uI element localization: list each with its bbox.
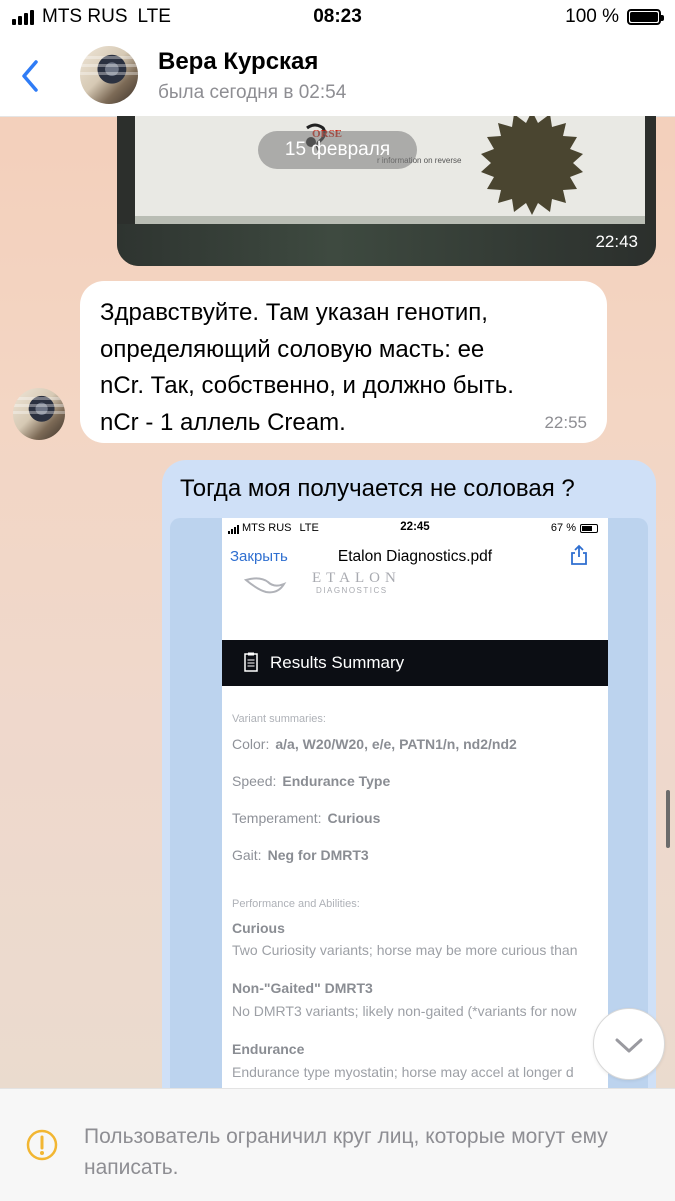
contact-name[interactable]: Вера Курская bbox=[158, 48, 318, 76]
scroll-down-button[interactable] bbox=[593, 1008, 665, 1080]
chat-header: Вера Курская была сегодня в 02:54 bbox=[0, 34, 675, 117]
logo-name: ETALON bbox=[312, 570, 401, 586]
variant-label: Temperament: bbox=[232, 810, 322, 826]
variant-label: Speed: bbox=[232, 773, 277, 789]
report-icon bbox=[244, 652, 258, 672]
attached-screenshot[interactable]: MTS RUS LTE 22:45 67 % Закрыть Etalon Di… bbox=[170, 518, 648, 1120]
share-icon bbox=[571, 544, 587, 565]
performance-heading: Performance and Abilities: bbox=[232, 898, 360, 910]
warning-icon bbox=[26, 1129, 58, 1161]
variant-value: a/a, W20/W20, e/e, PATN1/n, nd2/nd2 bbox=[275, 736, 517, 752]
photo-background bbox=[117, 224, 656, 266]
restriction-text: Пользователь ограничил круг лиц, которые… bbox=[84, 1125, 608, 1179]
variant-label: Color: bbox=[232, 736, 270, 752]
screenshot-status-bar: MTS RUS LTE 22:45 67 % bbox=[222, 518, 608, 538]
screenshot-battery: 67 % bbox=[551, 522, 598, 534]
chevron-down-icon bbox=[615, 1038, 643, 1053]
scrollbar[interactable] bbox=[666, 790, 670, 848]
gold-seal-graphic bbox=[481, 116, 583, 215]
results-summary-bar: Results Summary bbox=[222, 640, 608, 686]
restriction-notice: Пользователь ограничил круг лиц, которые… bbox=[0, 1088, 675, 1201]
ability-desc: No DMRT3 variants; likely non-gaited (*v… bbox=[232, 1003, 577, 1019]
status-bar: MTS RUS LTE 08:23 100 % bbox=[0, 0, 675, 34]
etalon-logo: ETALON DIAGNOSTICS bbox=[232, 570, 432, 600]
message-text: Тогда моя получается не соловая ? bbox=[180, 475, 575, 502]
incoming-message[interactable]: Здравствуйте. Там указан генотип, опреде… bbox=[80, 281, 607, 443]
battery-percent: 100 % bbox=[565, 6, 619, 27]
battery-icon bbox=[627, 9, 664, 25]
date-separator: 15 февраля bbox=[258, 131, 417, 169]
ability-title: Curious bbox=[232, 920, 285, 936]
outgoing-message[interactable]: Тогда моя получается не соловая ? MTS RU… bbox=[162, 460, 656, 1120]
battery-info: 100 % bbox=[565, 6, 664, 28]
pdf-viewer-screenshot: MTS RUS LTE 22:45 67 % Закрыть Etalon Di… bbox=[222, 518, 608, 1120]
ability-desc: Two Curiosity variants; horse may be mor… bbox=[232, 942, 578, 958]
photo-strip bbox=[135, 216, 645, 224]
message-time: 22:43 bbox=[595, 232, 638, 251]
horse-logo-icon bbox=[243, 577, 287, 594]
variant-row: Color: a/a, W20/W20, e/e, PATN1/n, nd2/nd… bbox=[232, 736, 517, 752]
section-title: Results Summary bbox=[270, 653, 405, 672]
message-time: 22:55 bbox=[544, 413, 587, 432]
last-seen-status: была сегодня в 02:54 bbox=[158, 82, 347, 103]
ability-desc: Endurance type myostatin; horse may acce… bbox=[232, 1064, 574, 1080]
avatar[interactable] bbox=[80, 46, 138, 104]
variant-value: Neg for DMRT3 bbox=[267, 847, 369, 863]
variant-row: Gait: Neg for DMRT3 bbox=[232, 847, 369, 863]
ability-title: Endurance bbox=[232, 1041, 305, 1057]
chevron-left-icon[interactable] bbox=[16, 56, 46, 96]
avatar[interactable] bbox=[13, 388, 65, 440]
variant-row: Temperament: Curious bbox=[232, 810, 380, 826]
screenshot-battery-percent: 67 % bbox=[550, 522, 576, 534]
variant-heading: Variant summaries: bbox=[232, 713, 326, 725]
variant-row: Speed: Endurance Type bbox=[232, 773, 390, 789]
ability-title: Non-"Gaited" DMRT3 bbox=[232, 980, 373, 996]
battery-icon bbox=[580, 523, 598, 533]
message-text: Здравствуйте. Там указан генотип, опреде… bbox=[100, 299, 514, 436]
variant-value: Curious bbox=[327, 810, 381, 826]
variant-label: Gait: bbox=[232, 847, 262, 863]
variant-value: Endurance Type bbox=[282, 773, 391, 789]
document-title: Etalon Diagnostics.pdf bbox=[337, 548, 493, 565]
logo-subtitle: DIAGNOSTICS bbox=[316, 586, 388, 595]
